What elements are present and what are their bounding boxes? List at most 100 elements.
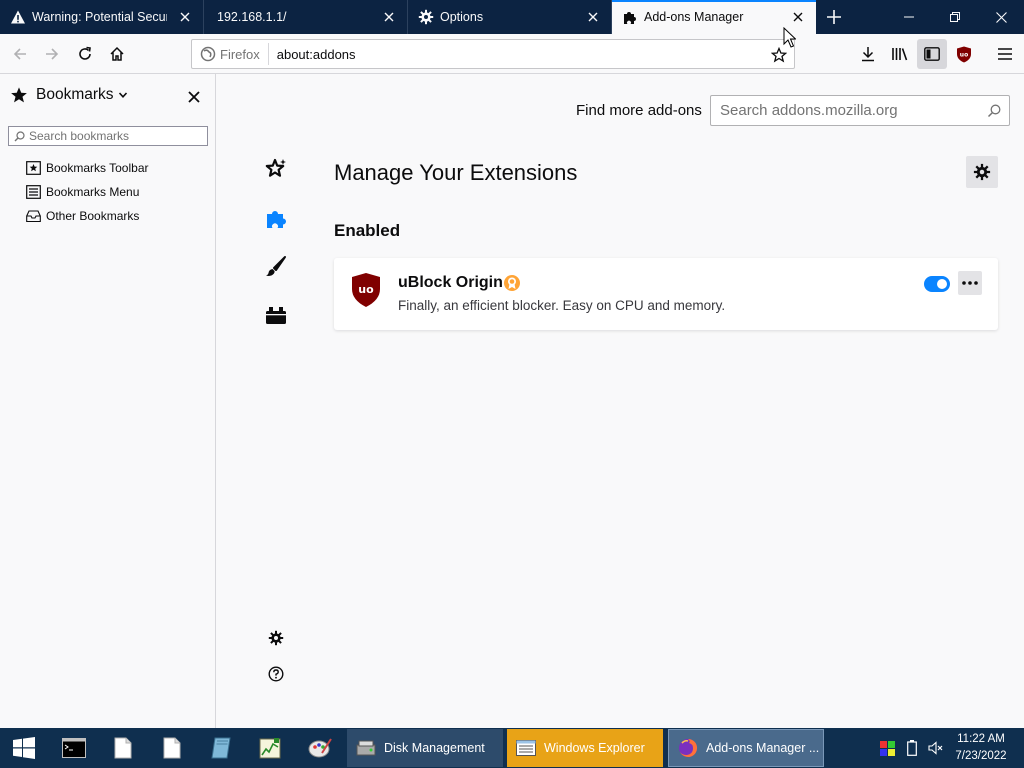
document-icon <box>163 737 181 759</box>
search-icon <box>14 130 25 142</box>
url-input[interactable] <box>276 46 757 62</box>
forward-button[interactable] <box>37 39 67 69</box>
quicklaunch-app[interactable] <box>199 728 243 768</box>
ublock-toolbar-button[interactable]: uo <box>949 39 979 69</box>
mouse-cursor-icon <box>783 27 796 48</box>
close-icon <box>995 11 1007 23</box>
tab-strip: Warning: Potential Security 192.168.1.1/… <box>0 0 1024 34</box>
bookmark-folder-other[interactable]: Other Bookmarks <box>26 207 139 225</box>
tab-title: Warning: Potential Security <box>32 10 167 24</box>
addons-support-button[interactable] <box>260 658 292 690</box>
bookmarks-search-field[interactable] <box>8 126 208 146</box>
display-settings-icon <box>879 740 895 756</box>
minimize-button[interactable] <box>886 0 932 34</box>
task-label: Add-ons Manager ... <box>706 741 820 755</box>
close-icon[interactable] <box>175 7 195 27</box>
plus-icon <box>827 10 841 24</box>
reload-icon <box>79 46 91 60</box>
quicklaunch-notepad[interactable] <box>101 728 145 768</box>
command-prompt-icon <box>62 738 86 758</box>
navigation-toolbar: Firefox uo <box>0 34 1024 74</box>
tab-options[interactable]: Options <box>408 0 612 34</box>
paint-icon <box>308 738 332 758</box>
menu-button[interactable] <box>990 39 1020 69</box>
minimize-icon <box>904 16 914 18</box>
addon-more-options-button[interactable] <box>958 271 982 295</box>
extensions-icon <box>267 211 286 228</box>
close-icon[interactable] <box>788 7 808 27</box>
windows-logo-icon <box>13 737 35 759</box>
close-icon[interactable] <box>379 7 399 27</box>
addon-card-ublock-origin[interactable]: uo uBlock Origin Finally, an efficient b… <box>334 258 998 330</box>
sidebar-toggle-button[interactable] <box>917 39 947 69</box>
firefox-logo-icon <box>200 46 216 62</box>
task-label: Disk Management <box>384 741 485 755</box>
recommendations-icon <box>265 158 286 177</box>
url-bar[interactable]: Firefox <box>191 39 795 69</box>
tab-router[interactable]: 192.168.1.1/ <box>204 0 408 34</box>
addons-search-input[interactable] <box>720 102 975 119</box>
task-manager-icon <box>259 738 281 759</box>
bookmarks-sidebar: Bookmarks Bookmarks Toolbar Bookmarks Me… <box>0 74 216 728</box>
tab-title: 192.168.1.1/ <box>217 10 287 24</box>
enabled-section-heading: Enabled <box>334 221 401 240</box>
identity-label: Firefox <box>220 46 260 62</box>
puzzle-icon <box>622 9 638 25</box>
bookmark-folder-toolbar[interactable]: Bookmarks Toolbar <box>26 159 149 177</box>
forward-arrow-icon <box>46 48 59 60</box>
home-button[interactable] <box>102 39 132 69</box>
svg-text:uo: uo <box>960 51 968 58</box>
quicklaunch-paint[interactable] <box>298 728 342 768</box>
taskbar-task-firefox[interactable]: Add-ons Manager ... <box>668 729 824 767</box>
category-themes[interactable] <box>260 250 292 282</box>
taskbar: Disk Management Windows Explorer Add-ons… <box>0 728 1024 768</box>
bookmark-folder-menu[interactable]: Bookmarks Menu <box>26 183 139 201</box>
quicklaunch-taskmgr[interactable] <box>248 728 292 768</box>
notebook-icon <box>211 737 231 759</box>
explorer-icon <box>516 740 536 756</box>
category-plugins[interactable] <box>260 299 292 331</box>
warning-icon <box>10 9 26 25</box>
other-bookmarks-icon <box>26 209 41 223</box>
tools-for-all-addons-button[interactable] <box>966 156 998 188</box>
quicklaunch-wordpad[interactable] <box>150 728 194 768</box>
back-arrow-icon <box>13 48 26 60</box>
close-window-button[interactable] <box>978 0 1024 34</box>
back-button[interactable] <box>5 39 35 69</box>
sidebar-close-button[interactable] <box>185 88 203 106</box>
addon-name[interactable]: uBlock Origin <box>398 274 503 292</box>
addons-search-field[interactable] <box>710 95 1010 126</box>
hamburger-icon <box>998 48 1012 60</box>
search-icon <box>987 104 1001 118</box>
taskbar-task-windows-explorer[interactable]: Windows Explorer <box>507 729 663 767</box>
tab-security-warning[interactable]: Warning: Potential Security <box>0 0 204 34</box>
bookmarks-search-input[interactable] <box>29 129 204 143</box>
recommended-badge-icon[interactable] <box>503 274 521 292</box>
new-tab-button[interactable] <box>816 0 852 34</box>
addon-enable-toggle[interactable] <box>924 276 950 292</box>
plugins-icon <box>266 307 286 324</box>
addons-options-button[interactable] <box>260 622 292 654</box>
ublock-icon: uo <box>350 272 382 308</box>
clock-time: 11:22 AM <box>957 733 1005 745</box>
bookmark-folder-label: Bookmarks Menu <box>46 185 140 199</box>
restore-button[interactable] <box>932 0 978 34</box>
downloads-button[interactable] <box>853 39 883 69</box>
category-recommendations[interactable] <box>260 153 292 185</box>
sidebar-switcher[interactable]: Bookmarks <box>10 86 128 104</box>
reload-button[interactable] <box>70 39 100 69</box>
page-title: Manage Your Extensions <box>334 160 578 185</box>
quicklaunch-cmd[interactable] <box>52 728 96 768</box>
taskbar-task-disk-management[interactable]: Disk Management <box>347 729 503 767</box>
themes-icon <box>266 256 286 276</box>
start-button[interactable] <box>2 728 46 768</box>
identity-box[interactable]: Firefox <box>192 43 269 65</box>
library-button[interactable] <box>885 39 915 69</box>
restore-icon <box>950 12 960 22</box>
system-clock[interactable]: 11:22 AM 7/23/2022 <box>948 731 1014 765</box>
download-icon <box>862 47 874 62</box>
category-extensions[interactable] <box>260 202 292 234</box>
close-icon[interactable] <box>583 7 603 27</box>
star-icon <box>771 47 787 63</box>
more-dots-icon <box>962 281 978 285</box>
